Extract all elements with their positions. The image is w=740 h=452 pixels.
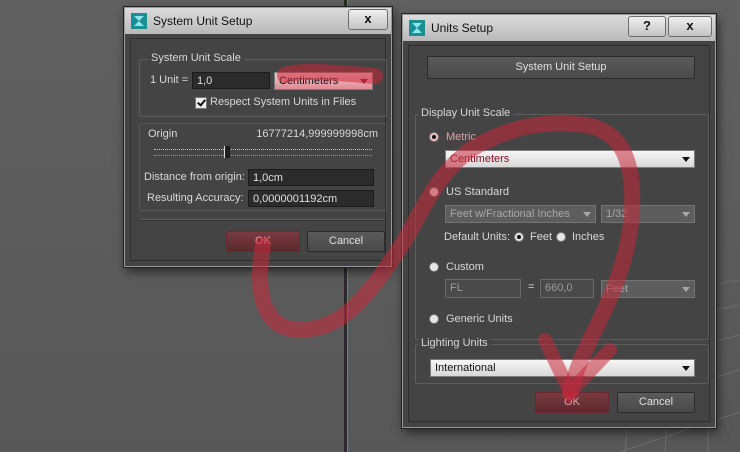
titlebar[interactable]: System Unit Setup x bbox=[125, 8, 391, 34]
separator bbox=[139, 219, 385, 221]
custom-value-field[interactable]: 660,0 bbox=[540, 279, 594, 298]
chevron-down-icon bbox=[682, 366, 690, 371]
fraction-dropdown[interactable]: 1/32 bbox=[601, 205, 695, 223]
system-unit-setup-button[interactable]: System Unit Setup bbox=[427, 56, 695, 79]
close-button[interactable]: x bbox=[668, 16, 712, 37]
inches-label[interactable]: Inches bbox=[572, 231, 604, 243]
generic-units-label[interactable]: Generic Units bbox=[446, 313, 513, 325]
unit-label: 1 Unit = bbox=[150, 74, 189, 86]
origin-value: 16777214,999999998cm bbox=[256, 128, 378, 140]
unit-type-value: Centimeters bbox=[279, 75, 339, 87]
group-label: System Unit Scale bbox=[148, 52, 244, 64]
metric-radio[interactable] bbox=[429, 132, 439, 142]
system-unit-scale-group: System Unit Scale 1 Unit = 1,0 Centimete… bbox=[139, 52, 387, 117]
respect-units-label[interactable]: Respect System Units in Files bbox=[210, 96, 356, 108]
custom-label[interactable]: Custom bbox=[446, 261, 484, 273]
us-standard-radio[interactable] bbox=[429, 187, 439, 197]
app-logo-icon bbox=[131, 13, 147, 29]
accuracy-label: Resulting Accuracy: bbox=[147, 192, 244, 204]
chevron-down-icon bbox=[682, 157, 690, 162]
us-standard-dropdown[interactable]: Feet w/Fractional Inches bbox=[445, 205, 596, 223]
lighting-units-dropdown[interactable]: International bbox=[430, 359, 695, 377]
accuracy-field[interactable]: 0,0000001192cm bbox=[248, 190, 374, 207]
group-label: Lighting Units bbox=[418, 337, 491, 349]
lighting-units-value: International bbox=[435, 362, 496, 374]
metric-label[interactable]: Metric bbox=[446, 131, 476, 143]
dialog-body: System Unit Setup Display Unit Scale Met… bbox=[408, 45, 710, 422]
metric-dropdown[interactable]: Centimeters bbox=[445, 150, 695, 168]
cancel-button[interactable]: Cancel bbox=[617, 392, 695, 413]
custom-unit-dropdown[interactable]: Feet bbox=[601, 280, 695, 298]
distance-label: Distance from origin: bbox=[144, 171, 245, 183]
slider-ticks bbox=[154, 155, 372, 157]
display-unit-scale-group: Display Unit Scale Metric Centimeters US… bbox=[415, 107, 709, 340]
dialog-title: Units Setup bbox=[431, 21, 494, 35]
chevron-down-icon bbox=[682, 287, 690, 292]
titlebar[interactable]: Units Setup ? x bbox=[403, 15, 715, 41]
us-standard-label[interactable]: US Standard bbox=[446, 186, 509, 198]
feet-radio[interactable] bbox=[514, 232, 524, 242]
ok-button[interactable]: OK bbox=[226, 231, 300, 252]
metric-value: Centimeters bbox=[450, 153, 510, 165]
slider-track bbox=[154, 149, 372, 151]
chevron-down-icon bbox=[682, 212, 690, 217]
unit-type-dropdown[interactable]: Centimeters bbox=[274, 72, 373, 90]
cancel-button[interactable]: Cancel bbox=[307, 231, 385, 252]
group-label: Display Unit Scale bbox=[418, 107, 514, 119]
chevron-down-icon bbox=[360, 79, 368, 84]
distance-field[interactable]: 1,0cm bbox=[248, 169, 374, 186]
unit-value-field[interactable]: 1,0 bbox=[192, 72, 270, 89]
respect-units-checkbox[interactable] bbox=[195, 97, 207, 109]
inches-radio[interactable] bbox=[556, 232, 566, 242]
origin-group: Origin 16777214,999999998cm Distance fro… bbox=[139, 123, 387, 211]
feet-label[interactable]: Feet bbox=[530, 231, 552, 243]
app-logo-icon bbox=[409, 20, 425, 36]
system-unit-setup-dialog: System Unit Setup x System Unit Scale 1 … bbox=[124, 7, 392, 267]
custom-name-field[interactable]: FL bbox=[445, 279, 521, 298]
custom-unit-value: Feet bbox=[606, 283, 629, 295]
slider-thumb[interactable] bbox=[224, 146, 230, 158]
dialog-body: System Unit Scale 1 Unit = 1,0 Centimete… bbox=[130, 38, 387, 261]
generic-units-radio[interactable] bbox=[429, 314, 439, 324]
close-button[interactable]: x bbox=[348, 9, 388, 30]
equals-sign: = bbox=[528, 281, 535, 293]
chevron-down-icon bbox=[583, 212, 591, 217]
ok-button[interactable]: OK bbox=[535, 392, 609, 413]
us-standard-value: Feet w/Fractional Inches bbox=[450, 208, 570, 220]
origin-label: Origin bbox=[148, 128, 178, 140]
units-setup-dialog: Units Setup ? x System Unit Setup Displa… bbox=[402, 14, 716, 428]
dialog-title: System Unit Setup bbox=[153, 14, 253, 28]
origin-slider[interactable] bbox=[154, 146, 372, 162]
custom-radio[interactable] bbox=[429, 262, 439, 272]
default-units-label: Default Units: bbox=[444, 231, 511, 243]
fraction-value: 1/32 bbox=[606, 208, 628, 220]
lighting-units-group: Lighting Units International bbox=[415, 337, 709, 384]
help-button[interactable]: ? bbox=[628, 16, 666, 37]
